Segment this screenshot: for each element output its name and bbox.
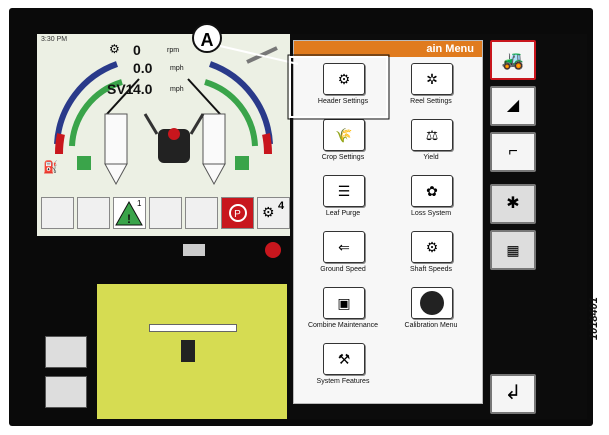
engine-icon: ⚙ <box>109 42 120 56</box>
yield-icon: ⚖ <box>425 127 439 143</box>
lower-panel <box>37 236 290 419</box>
ground-speed-icon: ⇐ <box>338 239 350 255</box>
park-brake-icon: P <box>228 204 247 222</box>
gear-icon: ⚙ <box>262 204 275 220</box>
calibration-menu-button[interactable] <box>411 287 453 319</box>
side-toolbar: 🚜 ◢ ⌐ ✱ ▦ ↲ <box>485 34 587 419</box>
reel-icon: ✲ <box>426 71 438 87</box>
asterisk-icon: ✱ <box>506 195 520 212</box>
combine-view-button[interactable]: 🚜 <box>490 40 536 80</box>
header-view-icon: ◢ <box>506 97 520 114</box>
sv-label: SV1 <box>107 81 134 97</box>
figure-id: 1018401 <box>588 297 600 340</box>
auxiliary-button[interactable]: ▦ <box>490 230 536 270</box>
status-slot[interactable] <box>77 197 110 229</box>
system-features-button[interactable]: ⚒ <box>323 343 365 375</box>
leaf-purge-button[interactable]: ☰ <box>323 175 365 207</box>
status-slot[interactable] <box>185 197 218 229</box>
status-slot[interactable] <box>149 197 182 229</box>
header-view-button[interactable]: ◢ <box>490 86 536 126</box>
combine-icon: 🚜 <box>501 50 525 70</box>
crop-settings-button[interactable]: 🌾 <box>323 119 365 151</box>
gear-slot[interactable]: ⚙ 4 <box>257 197 290 229</box>
dashboard-panel: 3:30 PM 0 rpm 0.0 mph SV1 4.0 mph ⚙ ⛽ ! … <box>37 34 290 236</box>
header-settings-button[interactable]: ⚙ <box>323 63 365 95</box>
settings-button[interactable]: ✱ <box>490 184 536 224</box>
map-nav-button[interactable] <box>45 336 87 368</box>
menu-title: ain Menu <box>294 41 482 57</box>
maintenance-icon: ▣ <box>337 295 351 311</box>
grid-icon: ▦ <box>506 242 520 258</box>
yield-button[interactable]: ⚖ <box>411 119 453 151</box>
seat-icon: ⌐ <box>508 143 518 160</box>
combine-display-screen: 3:30 PM 0 rpm 0.0 mph SV1 4.0 mph ⚙ ⛽ ! … <box>37 34 587 419</box>
pin-icon[interactable] <box>183 244 205 256</box>
combine-maintenance-button[interactable]: ▣ <box>323 287 365 319</box>
clock: 3:30 PM <box>41 36 68 43</box>
header-bar <box>149 324 237 332</box>
back-button[interactable]: ↲ <box>490 374 536 414</box>
calibration-icon <box>420 291 444 315</box>
main-menu-panel: ain Menu ⚙ Header Settings ✲ Reel Settin… <box>293 40 483 404</box>
status-slot[interactable] <box>41 197 74 229</box>
leaf-purge-icon: ☰ <box>337 183 351 199</box>
sv-value: 4.0 <box>133 81 153 97</box>
park-brake-slot[interactable]: P <box>221 197 254 229</box>
map-toggle-button[interactable] <box>45 376 87 408</box>
field-map[interactable] <box>97 284 287 419</box>
seat-view-button[interactable]: ⌐ <box>490 132 536 172</box>
crop-icon: 🌾 <box>335 127 353 143</box>
fuel-icon: ⛽ <box>43 160 58 174</box>
combine-marker <box>181 340 195 362</box>
loss-icon: ✿ <box>426 183 438 199</box>
features-icon: ⚒ <box>337 351 351 367</box>
engine-rpm: 0 <box>133 42 141 58</box>
ground-speed: 0.0 <box>133 60 153 76</box>
back-arrow-icon: ↲ <box>504 382 522 404</box>
shaft-speeds-button[interactable]: ⚙ <box>411 231 453 263</box>
reel-settings-button[interactable]: ✲ <box>411 63 453 95</box>
ground-speed-button[interactable]: ⇐ <box>323 231 365 263</box>
warning-slot[interactable]: ! 1 <box>113 197 146 229</box>
shaft-icon: ⚙ <box>425 239 439 255</box>
hazard-icon[interactable] <box>265 242 281 258</box>
callout-marker: A <box>192 23 222 53</box>
header-icon: ⚙ <box>337 71 351 87</box>
svg-text:!: ! <box>127 212 131 226</box>
loss-system-button[interactable]: ✿ <box>411 175 453 207</box>
